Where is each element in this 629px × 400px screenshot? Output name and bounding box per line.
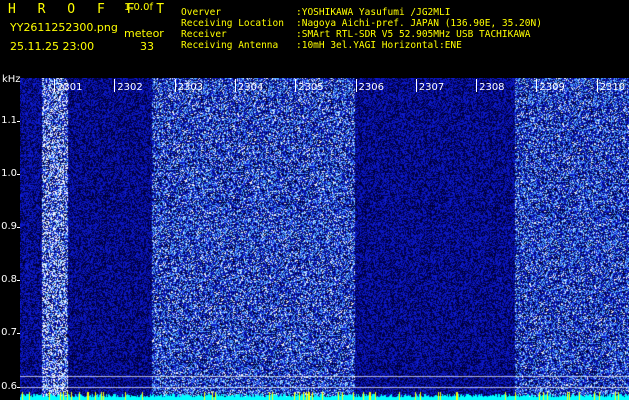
x-tick-label: 2309 xyxy=(539,82,565,93)
y-tick-mark xyxy=(17,280,20,282)
x-tick-mark xyxy=(355,79,357,92)
x-tick-mark xyxy=(415,79,417,92)
info-observer: Overver :YOSHIKAWA Yasufumi /JG2MLI xyxy=(181,8,450,18)
x-tick-mark xyxy=(295,79,297,92)
x-tick-mark xyxy=(536,79,538,92)
x-tick-mark xyxy=(476,79,478,92)
spectrogram-heatmap xyxy=(20,78,629,400)
y-tick-mark xyxy=(17,333,20,335)
info-antenna-key: Receiving Antenna xyxy=(181,40,279,51)
info-location: Receiving Location :Nagoya Aichi-pref. JA… xyxy=(181,19,542,29)
y-tick-label: 1.0 xyxy=(1,167,17,179)
y-tick-label: 0.7 xyxy=(1,327,17,339)
y-tick-label: 0.9 xyxy=(1,221,17,233)
y-tick-mark xyxy=(17,173,20,175)
x-tick-label: 2305 xyxy=(298,82,324,93)
file-name: YY2611252300.png xyxy=(10,21,118,34)
x-tick-label: 2310 xyxy=(599,82,626,93)
info-observer-key: Overver xyxy=(181,7,222,18)
y-tick-label: 0.8 xyxy=(1,274,17,286)
info-antenna-value: :10mH 3el.YAGI Horizontal:ENE xyxy=(296,40,462,51)
y-tick-label: 0.6 xyxy=(1,380,17,392)
y-tick-label: 1.1 xyxy=(1,114,17,126)
info-receiver-value: :SMArt RTL-SDR V5 52.905MHz USB TACHIKAW… xyxy=(296,29,531,40)
meteor-count: 33 xyxy=(140,40,154,53)
x-tick-mark xyxy=(54,79,55,92)
y-tick-mark xyxy=(17,120,20,122)
x-tick-mark xyxy=(114,79,116,92)
info-receiver: Receiver :SMArt RTL-SDR V5 52.905MHz USB … xyxy=(181,30,531,40)
app-version: 1.0.0f xyxy=(124,2,153,13)
x-tick-mark xyxy=(596,79,598,92)
x-tick-mark xyxy=(234,79,236,92)
info-receiver-key: Receiver xyxy=(181,29,227,40)
x-tick-label: 2306 xyxy=(358,82,384,93)
x-tick-mark xyxy=(174,79,176,92)
x-tick-label: 2302 xyxy=(117,82,143,93)
x-tick-label: 2301 xyxy=(57,82,83,93)
info-location-key: Receiving Location xyxy=(181,18,284,29)
timestamp: 25.11.25 23:00 xyxy=(10,40,95,53)
info-location-value: :Nagoya Aichi-pref. JAPAN (136.90E, 35.2… xyxy=(296,18,542,29)
x-tick-label: 2307 xyxy=(418,82,445,93)
y-tick-mark xyxy=(17,386,20,388)
x-tick-label: 2303 xyxy=(177,82,204,93)
x-tick-label: 2304 xyxy=(237,82,264,93)
info-antenna: Receiving Antenna :10mH 3el.YAGI Horizont… xyxy=(181,41,462,51)
x-tick-label: 2308 xyxy=(479,82,505,93)
info-observer-value: :YOSHIKAWA Yasufumi /JG2MLI xyxy=(296,7,451,18)
y-axis-unit: kHz xyxy=(2,74,21,85)
y-tick-mark xyxy=(17,227,20,229)
meteor-label: meteor xyxy=(124,27,164,40)
